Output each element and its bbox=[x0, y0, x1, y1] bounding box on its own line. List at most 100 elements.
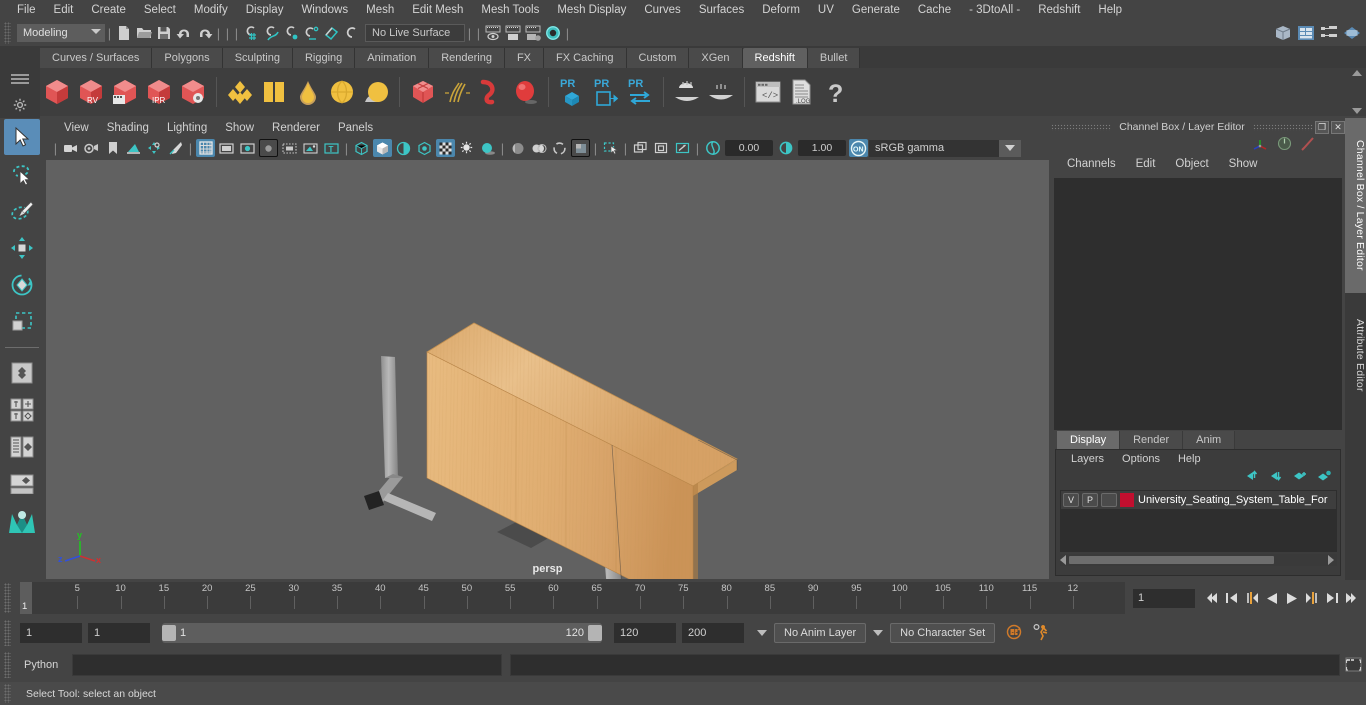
layer-menu-help[interactable]: Help bbox=[1169, 450, 1210, 469]
go-to-end-icon[interactable] bbox=[1343, 588, 1360, 608]
shelf-tab-fx-caching[interactable]: FX Caching bbox=[544, 48, 627, 68]
command-language-label[interactable]: Python bbox=[20, 659, 72, 671]
shelf-scroll-arrows[interactable] bbox=[1350, 70, 1364, 114]
rs-incandescent-icon[interactable] bbox=[291, 72, 325, 112]
snap-to-grid-icon[interactable] bbox=[241, 23, 261, 43]
menu-item-surfaces[interactable]: Surfaces bbox=[690, 0, 753, 20]
film-gate-icon[interactable] bbox=[217, 139, 236, 157]
node-editor-icon[interactable] bbox=[1319, 23, 1339, 43]
attribute-editor-icon[interactable] bbox=[1342, 23, 1362, 43]
table-row[interactable]: V P University_Seating_System_Table_For bbox=[1061, 491, 1336, 509]
rs-proxy-icon[interactable]: PR bbox=[555, 72, 589, 112]
animation-preferences-icon[interactable] bbox=[1032, 623, 1050, 644]
persp-outliner-layout[interactable] bbox=[4, 429, 40, 465]
menu-item-uv[interactable]: UV bbox=[809, 0, 843, 20]
channel-box-menu-show[interactable]: Show bbox=[1219, 154, 1268, 174]
color-management-icon[interactable]: ON bbox=[849, 139, 868, 157]
viewport-menu-shading[interactable]: Shading bbox=[98, 118, 158, 138]
ao-icon[interactable] bbox=[478, 139, 497, 157]
paint-select-tool[interactable] bbox=[4, 193, 40, 229]
command-line-grip[interactable] bbox=[4, 652, 11, 678]
character-set-selector[interactable]: No Character Set bbox=[890, 623, 996, 643]
status-line-grip[interactable] bbox=[4, 22, 11, 44]
play-backwards-icon[interactable] bbox=[1263, 588, 1280, 608]
step-forward-frame-icon[interactable] bbox=[1303, 588, 1320, 608]
layer-playback-toggle[interactable]: P bbox=[1082, 493, 1098, 507]
new-layer-from-selected-icon[interactable] bbox=[1317, 470, 1332, 485]
menu-item-cache[interactable]: Cache bbox=[909, 0, 960, 20]
channel-box-menu-channels[interactable]: Channels bbox=[1057, 154, 1126, 174]
use-all-lights-icon[interactable] bbox=[436, 139, 455, 157]
scroll-right-icon[interactable] bbox=[1328, 555, 1334, 565]
channel-box-menu-edit[interactable]: Edit bbox=[1126, 154, 1166, 174]
rs-log-console-icon[interactable]: </> bbox=[751, 72, 785, 112]
layer-tab-render[interactable]: Render bbox=[1120, 431, 1184, 449]
character-set-dropdown-arrow[interactable] bbox=[873, 630, 884, 636]
go-to-start-icon[interactable] bbox=[1203, 588, 1220, 608]
image-plane-icon[interactable] bbox=[124, 139, 143, 157]
menu-item-file[interactable]: File bbox=[8, 0, 45, 20]
shelf-tab-sculpting[interactable]: Sculpting bbox=[222, 48, 293, 68]
resolution-gate-icon[interactable] bbox=[238, 139, 257, 157]
four-view-layout[interactable] bbox=[4, 392, 40, 428]
layer-menu-options[interactable]: Options bbox=[1113, 450, 1169, 469]
range-slider-grip[interactable] bbox=[4, 620, 11, 646]
side-tab-attribute-editor[interactable]: Attribute Editor bbox=[1345, 293, 1366, 418]
rs-curve-icon[interactable] bbox=[474, 72, 508, 112]
redo-icon[interactable] bbox=[194, 23, 214, 43]
menu-item-create[interactable]: Create bbox=[82, 0, 135, 20]
gate-mask-icon[interactable] bbox=[259, 139, 278, 157]
xray-textures-icon[interactable] bbox=[652, 139, 671, 157]
select-by-hierarchy-icon[interactable] bbox=[483, 23, 503, 43]
layer-tab-display[interactable]: Display bbox=[1057, 431, 1121, 449]
bookmark-icon[interactable] bbox=[103, 139, 122, 157]
viewport-menu-show[interactable]: Show bbox=[216, 118, 263, 138]
xray-active-icon[interactable] bbox=[631, 139, 650, 157]
depth-of-field-icon[interactable] bbox=[550, 139, 569, 157]
select-by-object-icon[interactable] bbox=[503, 23, 523, 43]
menu-item-3dtoall[interactable]: - 3DtoAll - bbox=[960, 0, 1029, 20]
motion-blur-icon[interactable] bbox=[508, 139, 527, 157]
step-forward-keyframe-icon[interactable] bbox=[1323, 588, 1340, 608]
grid-toggle-icon[interactable] bbox=[196, 139, 215, 157]
shelf-scroll-up-icon[interactable] bbox=[1352, 70, 1362, 76]
redshift-sequence-icon[interactable] bbox=[108, 72, 142, 112]
rs-material-icon[interactable] bbox=[223, 72, 257, 112]
viewport-menu-lighting[interactable]: Lighting bbox=[158, 118, 216, 138]
shelf-tab-bullet[interactable]: Bullet bbox=[807, 48, 861, 68]
rs-help-icon[interactable]: ? bbox=[819, 72, 853, 112]
camera-attributes-icon[interactable] bbox=[82, 139, 101, 157]
rs-log-file-icon[interactable]: .LOG bbox=[785, 72, 819, 112]
new-scene-icon[interactable] bbox=[114, 23, 134, 43]
redshift-settings-icon[interactable] bbox=[176, 72, 210, 112]
menu-item-edit-mesh[interactable]: Edit Mesh bbox=[403, 0, 472, 20]
multisample-icon[interactable] bbox=[529, 139, 548, 157]
shaded-wireframe-icon[interactable] bbox=[394, 139, 413, 157]
layer-list-scrollbar[interactable] bbox=[1060, 554, 1337, 566]
shelf-tab-xgen[interactable]: XGen bbox=[689, 48, 743, 68]
range-right-handle[interactable] bbox=[588, 625, 602, 641]
textured-icon[interactable] bbox=[415, 139, 434, 157]
playback-start-time-field[interactable]: 1 bbox=[88, 623, 150, 643]
viewport-menu-panels[interactable]: Panels bbox=[329, 118, 382, 138]
layer-shading-toggle[interactable] bbox=[1101, 493, 1117, 507]
auto-keyframe-icon[interactable]: -|- bbox=[1005, 623, 1023, 644]
move-tool[interactable] bbox=[4, 230, 40, 266]
save-scene-icon[interactable] bbox=[154, 23, 174, 43]
shelf-tab-redshift[interactable]: Redshift bbox=[742, 48, 808, 68]
two-d-pan-zoom-icon[interactable] bbox=[145, 139, 164, 157]
isolate-select-icon[interactable] bbox=[571, 139, 590, 157]
layer-menu-layers[interactable]: Layers bbox=[1062, 450, 1113, 469]
shelf-options-gear-icon[interactable] bbox=[13, 98, 27, 115]
rs-dome-light-icon[interactable] bbox=[670, 72, 704, 112]
rs-proxy-export-icon[interactable]: PR bbox=[589, 72, 623, 112]
menu-item-help[interactable]: Help bbox=[1089, 0, 1131, 20]
rs-ies-light-icon[interactable] bbox=[704, 72, 738, 112]
menu-item-redshift[interactable]: Redshift bbox=[1029, 0, 1089, 20]
layer-tab-anim[interactable]: Anim bbox=[1183, 431, 1236, 449]
panel-grip-left[interactable] bbox=[1051, 123, 1112, 131]
exposure-value[interactable]: 0.00 bbox=[725, 140, 773, 156]
side-tab-channel-box-layer-editor[interactable]: Channel Box / Layer Editor bbox=[1345, 118, 1366, 293]
time-slider-grip[interactable] bbox=[4, 583, 11, 613]
shelf-tab-rendering[interactable]: Rendering bbox=[429, 48, 505, 68]
